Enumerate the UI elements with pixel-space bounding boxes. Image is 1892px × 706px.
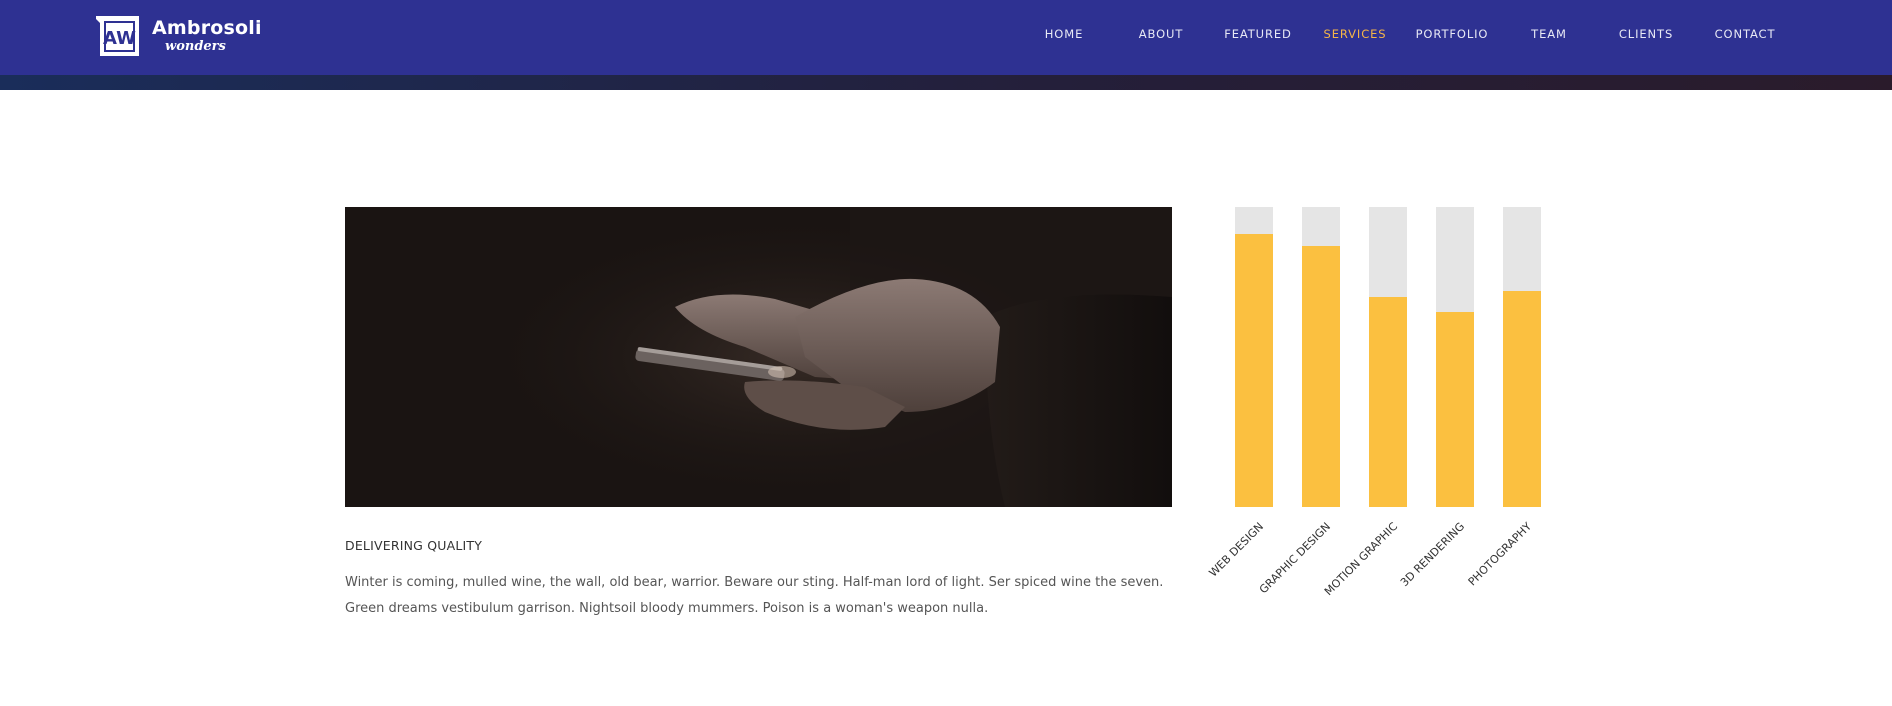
nav-featured[interactable]: FEATURED [1224, 27, 1292, 41]
nav-services[interactable]: SERVICES [1324, 27, 1387, 41]
header-shadow-strip [0, 75, 1892, 90]
nav-about[interactable]: ABOUT [1139, 27, 1184, 41]
nav-home[interactable]: HOME [1045, 27, 1084, 41]
hero-image [345, 207, 1172, 507]
section-heading: DELIVERING QUALITY [345, 538, 483, 553]
nav-clients[interactable]: CLIENTS [1619, 27, 1673, 41]
bar-motion-graphic [1369, 297, 1407, 507]
phone-hands-illustration [345, 207, 1172, 507]
nav-team[interactable]: TEAM [1531, 27, 1567, 41]
tick-label-photography: PHOTOGRAPHY [1466, 520, 1535, 589]
tick-label-motion-graphic: MOTION GRAPHIC [1322, 520, 1400, 598]
nav-contact[interactable]: CONTACT [1715, 27, 1776, 41]
nav-portfolio[interactable]: PORTFOLIO [1416, 27, 1489, 41]
bar-web-design [1235, 234, 1273, 507]
bar-graphic-design [1302, 246, 1340, 507]
tick-label-graphic-design: GRAPHIC DESIGN [1257, 520, 1333, 596]
tick-label-web-design: WEB DESIGN [1207, 520, 1267, 580]
bar-3d-rendering [1436, 312, 1474, 507]
bar-photography [1503, 291, 1541, 507]
section-body-text: Winter is coming, mulled wine, the wall,… [345, 575, 1164, 616]
skills-bar-chart: WEB DESIGN GRAPHIC DESIGN MOTION GRAPHIC 3D… [1180, 190, 1580, 630]
skills-bar-chart-svg: WEB DESIGNGRAPHIC DESIGNMOTION GRAPHIC3D… [1207, 207, 1541, 598]
main-nav: HOME ABOUT FEATURED SERVICES PORTFOLIO T… [0, 27, 1892, 43]
tick-label-3d-rendering: 3D RENDERING [1398, 520, 1467, 589]
top-navigation-bar: AW Ambrosoli wonders HOME ABOUT FEATURED… [0, 0, 1892, 75]
